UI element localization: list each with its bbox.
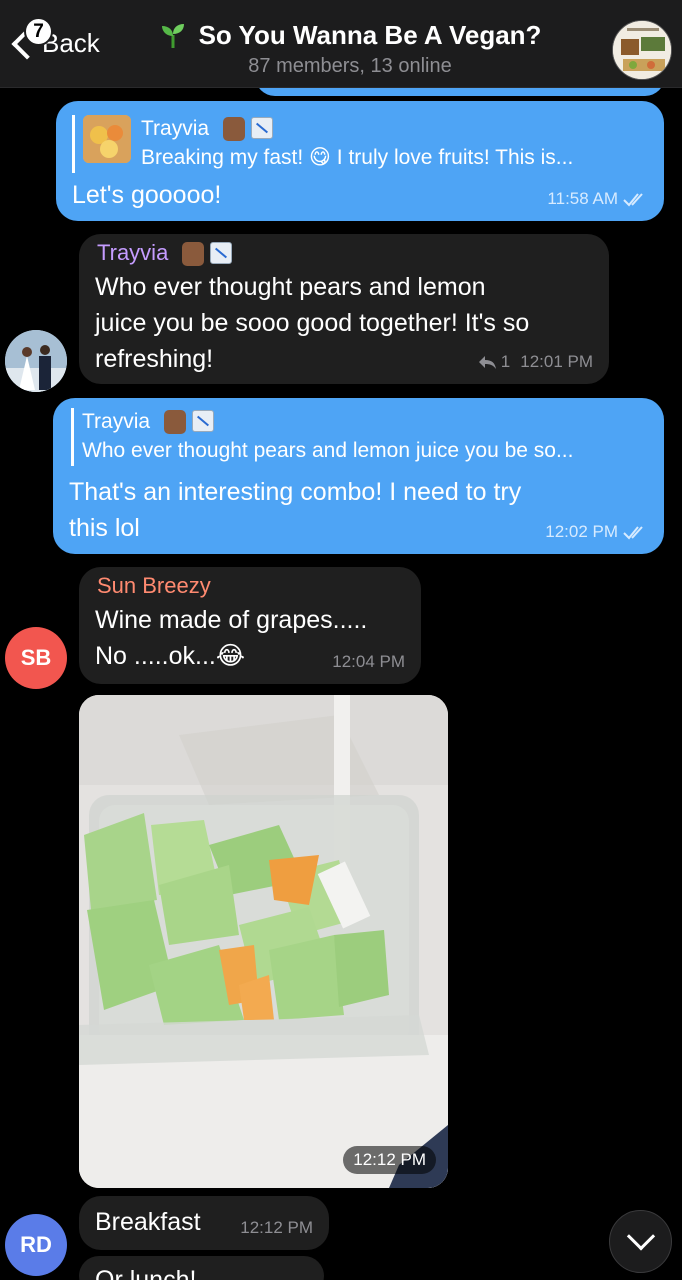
melon-cup-photo (79, 695, 448, 1188)
double-check-icon (623, 193, 643, 207)
outgoing-message-bubble[interactable]: Trayvia Breaking my fast! 😋 I truly love… (56, 101, 664, 221)
message-time: 12:01 PM (520, 352, 593, 371)
reply-text: Who ever thought pears and lemon juice y… (82, 439, 574, 462)
chart-decreasing-icon (250, 117, 273, 140)
message-text: Let's gooooo! (72, 181, 222, 209)
wedding-photo-avatar (5, 330, 67, 392)
photo-time: 12:12 PM (343, 1146, 436, 1174)
group-avatar-image (613, 21, 671, 79)
sign-of-horns-icon (182, 242, 205, 267)
message-time: 11:58 AM (547, 189, 618, 208)
chat-header: Back 7 So You Wanna Be A Vegan? 87 membe… (0, 0, 682, 88)
message-time: 12:12 PM (240, 1218, 313, 1237)
chevron-down-icon (626, 1221, 655, 1250)
message-meta: 11:58 AM (547, 189, 648, 209)
photo-message[interactable]: 12:12 PM (79, 695, 448, 1188)
sign-of-horns-icon (163, 410, 186, 435)
chart-decreasing-icon (191, 410, 214, 433)
reply-arrow-icon[interactable] (477, 354, 497, 370)
rd-avatar[interactable]: RD (5, 1214, 67, 1276)
unread-badge: 7 (24, 17, 53, 46)
incoming-message-bubble[interactable]: Sun Breezy Wine made of grapes..... No .… (79, 567, 421, 684)
chat-title-area[interactable]: So You Wanna Be A Vegan? 87 members, 13 … (140, 20, 560, 78)
sender-name: Trayvia (97, 238, 233, 268)
message-meta: 12:02 PM (545, 522, 648, 542)
reply-quote[interactable]: Trayvia Who ever thought pears and lemon… (71, 408, 651, 466)
message-meta: 12:12 PM (240, 1218, 313, 1238)
message-text: That's an interesting combo! I need to t… (69, 478, 522, 542)
message-time: 12:04 PM (332, 652, 405, 671)
sender-name: Sun Breezy (97, 573, 211, 598)
group-avatar[interactable] (612, 20, 672, 80)
message-meta: 1 12:01 PM (477, 352, 593, 372)
message-text: Or lunch! (95, 1266, 197, 1280)
incoming-message-bubble[interactable]: Trayvia Who ever thought pears and lemon… (79, 234, 609, 384)
chat-subtitle: 87 members, 13 online (248, 55, 452, 77)
chart-decreasing-icon (210, 242, 233, 265)
reply-quote[interactable]: Trayvia Breaking my fast! 😋 I truly love… (72, 115, 652, 173)
incoming-message-bubble[interactable]: Or lunch! (79, 1256, 324, 1280)
chat-title: So You Wanna Be A Vegan? (140, 20, 560, 51)
trayvia-avatar[interactable] (5, 330, 67, 392)
message-text: Wine made of grapes..... No .....ok...😂 (95, 606, 368, 670)
seedling-icon (161, 23, 184, 48)
incoming-message-bubble[interactable]: Breakfast 12:12 PM (79, 1196, 329, 1250)
outgoing-message-bubble[interactable]: Trayvia Who ever thought pears and lemon… (53, 398, 664, 554)
scroll-to-bottom-button[interactable] (609, 1210, 672, 1273)
message-time: 12:02 PM (545, 522, 618, 541)
reply-text: Breaking my fast! 😋 I truly love fruits!… (141, 146, 574, 169)
chat-title-text: So You Wanna Be A Vegan? (198, 20, 542, 50)
sign-of-horns-icon (222, 117, 245, 142)
message-meta: 12:04 PM (332, 652, 405, 672)
message-text: Breakfast (95, 1208, 201, 1236)
reply-sender-name: Trayvia (82, 408, 573, 436)
reply-count: 1 (500, 352, 511, 371)
reply-thumbnail (83, 115, 131, 163)
sb-avatar[interactable]: SB (5, 627, 67, 689)
double-check-icon (623, 526, 643, 540)
reply-sender-name: Trayvia (141, 115, 573, 143)
